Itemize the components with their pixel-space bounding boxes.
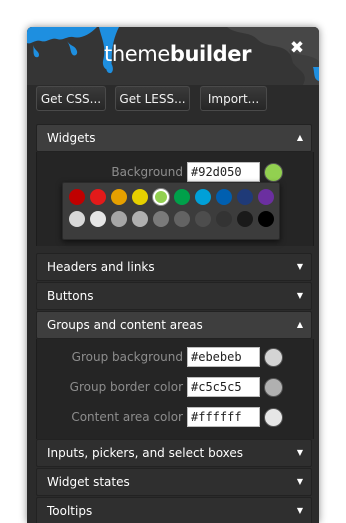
palette-swatch[interactable] — [258, 189, 274, 205]
section-title: Buttons — [47, 289, 94, 303]
group-border-input[interactable] — [187, 377, 260, 397]
color-palette-popup — [62, 182, 280, 240]
content-area-swatch[interactable] — [264, 408, 283, 427]
palette-swatch[interactable] — [132, 211, 148, 227]
palette-swatch[interactable] — [174, 189, 190, 205]
import-button[interactable]: Import... — [200, 86, 267, 111]
palette-swatch[interactable] — [111, 189, 127, 205]
chevron-up-icon: ▲ — [296, 320, 303, 329]
background-label: Background — [111, 165, 183, 179]
content-area-label: Content area color — [71, 410, 183, 424]
content-area-row: Content area color — [37, 407, 313, 429]
background-color-swatch[interactable] — [264, 163, 283, 182]
get-less-button[interactable]: Get LESS... — [115, 86, 190, 111]
palette-swatch[interactable] — [69, 189, 85, 205]
palette-swatch[interactable] — [195, 189, 211, 205]
palette-swatch[interactable] — [174, 211, 190, 227]
section-groups-content[interactable]: Groups and content areas ▲ — [36, 311, 312, 339]
palette-swatch[interactable] — [90, 189, 106, 205]
section-buttons[interactable]: Buttons ▼ — [36, 282, 312, 310]
palette-swatch[interactable] — [216, 211, 232, 227]
app-title-thin: theme — [104, 42, 170, 66]
groups-panel: Group background Group border color Cont… — [36, 339, 314, 439]
group-background-input[interactable] — [187, 347, 260, 367]
section-tooltips[interactable]: Tooltips ▼ — [36, 497, 312, 523]
chevron-down-icon: ▼ — [296, 262, 303, 271]
app-title: themebuilder — [104, 42, 251, 66]
section-title: Headers and links — [47, 260, 155, 274]
section-widget-states[interactable]: Widget states ▼ — [36, 468, 312, 496]
group-background-row: Group background — [37, 347, 313, 369]
group-border-swatch[interactable] — [264, 378, 283, 397]
chevron-up-icon: ▲ — [296, 133, 303, 142]
section-inputs-pickers[interactable]: Inputs, pickers, and select boxes ▼ — [36, 439, 312, 467]
group-background-swatch[interactable] — [264, 348, 283, 367]
themebuilder-window: themebuilder ✖ Get CSS... Get LESS... Im… — [27, 27, 319, 523]
background-color-input[interactable] — [187, 162, 260, 182]
section-title: Inputs, pickers, and select boxes — [47, 446, 244, 460]
group-border-label: Group border color — [69, 380, 183, 394]
group-border-row: Group border color — [37, 377, 313, 399]
section-title: Tooltips — [47, 504, 93, 518]
header: themebuilder ✖ — [27, 27, 319, 85]
group-background-label: Group background — [71, 350, 183, 364]
app-title-bold: builder — [169, 42, 252, 66]
section-widgets[interactable]: Widgets ▲ — [36, 124, 312, 152]
palette-swatch[interactable] — [111, 211, 127, 227]
section-headers-links[interactable]: Headers and links ▼ — [36, 253, 312, 281]
section-title: Groups and content areas — [47, 318, 203, 332]
palette-swatch[interactable] — [90, 211, 106, 227]
section-title: Widgets — [47, 131, 96, 145]
chevron-down-icon: ▼ — [296, 477, 303, 486]
palette-swatch[interactable] — [69, 211, 85, 227]
palette-swatch[interactable] — [258, 211, 274, 227]
palette-swatch[interactable] — [195, 211, 211, 227]
section-title: Widget states — [47, 475, 130, 489]
chevron-down-icon: ▼ — [296, 448, 303, 457]
palette-swatch[interactable] — [237, 211, 253, 227]
background-row: Background — [37, 162, 313, 184]
content-area-input[interactable] — [187, 407, 260, 427]
palette-swatch[interactable] — [132, 189, 148, 205]
close-icon[interactable]: ✖ — [289, 40, 305, 57]
palette-swatch[interactable] — [153, 211, 169, 227]
get-css-button[interactable]: Get CSS... — [36, 86, 106, 111]
chevron-down-icon: ▼ — [296, 291, 303, 300]
palette-swatch[interactable] — [216, 189, 232, 205]
chevron-down-icon: ▼ — [296, 506, 303, 515]
palette-swatch[interactable] — [153, 189, 169, 205]
palette-swatch[interactable] — [237, 189, 253, 205]
